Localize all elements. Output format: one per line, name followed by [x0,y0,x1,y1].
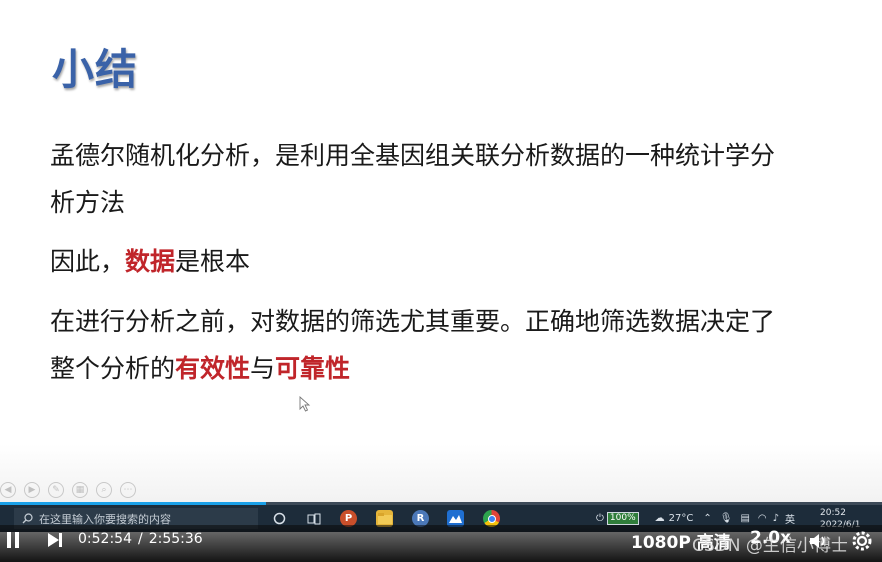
power-plug-icon[interactable]: ⏻ [596,513,604,524]
search-icon [22,513,33,524]
paragraph-line: 孟德尔随机化分析，是利用全基因组关联分析数据的一种统计学分 [50,141,776,170]
paragraph-line: 在进行分析之前，对数据的筛选尤其重要。正确地筛选数据决定了 [50,307,776,336]
weather-cloud-icon[interactable]: ☁ [655,513,665,524]
paragraph-data-screening: 在进行分析之前，对数据的筛选尤其重要。正确地筛选数据决定了 整个分析的有效性与可… [50,298,775,392]
settings-gear-icon[interactable] [850,529,874,553]
paragraph-line: 析方法 [50,188,126,217]
input-method-indicator[interactable]: 英 [785,511,795,526]
pause-button[interactable] [4,530,22,550]
emphasis-text: 可靠性 [275,354,351,383]
video-player-controls: 0:52:54/2:55:36 1080P 高清 2.0x CSDN @生信小博… [0,525,882,562]
playback-time: 0:52:54 / 2:55:36 [78,531,203,547]
text: 是根本 [175,247,251,276]
chevron-up-icon[interactable]: ⌃ [703,513,711,524]
pen-icon[interactable]: ✎ [48,482,64,498]
presentation-slide: 小结 孟德尔随机化分析，是利用全基因组关联分析数据的一种统计学分 析方法 因此，… [0,0,882,505]
total-duration: 2:55:36 [148,531,203,547]
grid-icon[interactable]: ▦ [72,482,88,498]
mouse-cursor-icon [299,396,311,412]
network-icon[interactable]: ▤ [740,513,749,524]
emphasis-text: 数据 [125,247,176,276]
text: 整个分析的 [50,354,176,383]
prev-slide-icon[interactable]: ◀ [0,482,16,498]
paragraph-line: 整个分析的有效性与可靠性 [50,345,775,392]
speaker-icon[interactable]: ♪ [773,513,779,524]
current-time: 0:52:54 [78,531,132,547]
next-slide-icon[interactable]: ▶ [24,482,40,498]
battery-indicator[interactable]: 100% [606,512,639,525]
microphone-icon[interactable]: 🎙 [720,513,733,524]
clock-time: 20:52 [820,508,846,518]
more-icon[interactable]: ⋯ [120,482,136,498]
slideshow-toolbar: ◀ ▶ ✎ ▦ ⌕ ⋯ [0,482,136,500]
zoom-icon[interactable]: ⌕ [96,482,112,498]
wifi-icon[interactable]: ◠ [758,513,767,524]
emphasis-text: 有效性 [175,354,251,383]
weather-temperature[interactable]: 27°C [669,513,694,524]
slide-title: 小结 [52,45,139,94]
text: 与 [250,354,276,383]
text: 因此， [50,247,126,276]
volume-icon[interactable] [808,531,830,551]
time-separator: / [137,531,143,547]
paragraph-data-fundamental: 因此，数据是根本 [50,238,250,285]
next-video-icon[interactable] [46,530,64,550]
paragraph-mr-definition: 孟德尔随机化分析，是利用全基因组关联分析数据的一种统计学分 析方法 [50,132,775,226]
